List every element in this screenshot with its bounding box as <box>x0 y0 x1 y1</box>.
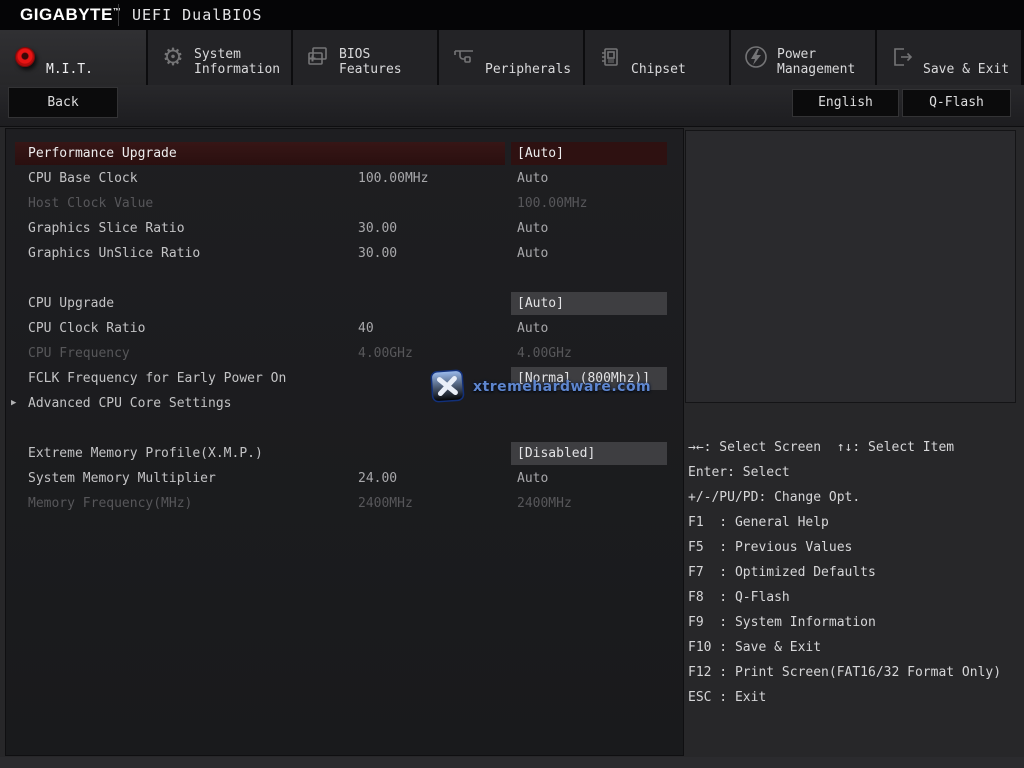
setting-current: 100.00MHz <box>358 171 429 186</box>
setting-label: Graphics Slice Ratio <box>28 221 185 236</box>
setting-value: [Auto] <box>511 292 667 315</box>
row-cpu-clock-ratio[interactable]: CPU Clock Ratio 40 Auto <box>6 316 683 341</box>
tab-label: Chipset <box>631 62 686 77</box>
row-graphics-slice-ratio[interactable]: Graphics Slice Ratio 30.00 Auto <box>6 216 683 241</box>
setting-current: 40 <box>358 321 374 336</box>
setting-value: [Normal (800Mhz)] <box>511 367 667 390</box>
row-graphics-unslice-ratio[interactable]: Graphics UnSlice Ratio 30.00 Auto <box>6 241 683 266</box>
setting-label: Graphics UnSlice Ratio <box>28 246 201 261</box>
tab-save-exit[interactable]: Save & Exit <box>877 30 1021 85</box>
tab-label: Power Management <box>777 47 856 77</box>
help-line: +/-/PU/PD: Change Opt. <box>688 490 861 505</box>
settings-spacer <box>6 416 683 441</box>
tab-label: Save & Exit <box>923 62 1010 77</box>
row-fclk-frequency[interactable]: FCLK Frequency for Early Power On [Norma… <box>6 366 683 391</box>
setting-current: 2400MHz <box>358 496 413 511</box>
item-help-box <box>685 130 1016 403</box>
top-logo-bar: GIGABYTE™ UEFI DualBIOS <box>0 0 1024 30</box>
setting-label: CPU Base Clock <box>28 171 138 186</box>
tab-bios-features[interactable]: BIOS Features <box>293 30 437 85</box>
setting-label: CPU Clock Ratio <box>28 321 146 336</box>
chip-icon <box>596 43 624 71</box>
setting-label: CPU Upgrade <box>28 296 115 311</box>
settings-list: Performance Upgrade [Auto] CPU Base Cloc… <box>6 141 683 516</box>
tab-power-management[interactable]: Power Management <box>731 30 875 85</box>
gear-icon: ⚙ <box>162 43 184 71</box>
tab-label: M.I.T. <box>46 62 93 77</box>
setting-value: [Disabled] <box>511 442 667 465</box>
help-line: F8 : Q-Flash <box>688 590 790 605</box>
help-line: F5 : Previous Values <box>688 540 853 555</box>
setting-current: 24.00 <box>358 471 398 486</box>
setting-value: 100.00MHz <box>517 196 588 211</box>
setting-value: Auto <box>517 321 549 336</box>
setting-label: FCLK Frequency for Early Power On <box>28 371 287 386</box>
row-memory-frequency: Memory Frequency(MHz) 2400MHz 2400MHz <box>6 491 683 516</box>
content-area: Performance Upgrade [Auto] CPU Base Cloc… <box>0 127 1024 757</box>
row-xmp[interactable]: Extreme Memory Profile(X.M.P.) [Disabled… <box>6 441 683 466</box>
row-cpu-upgrade[interactable]: CPU Upgrade [Auto] <box>6 291 683 316</box>
tab-label: Peripherals <box>485 62 572 77</box>
help-line: →←: Select Screen ↑↓: Select Item <box>688 440 955 455</box>
setting-value: Auto <box>517 246 549 261</box>
tab-system-information[interactable]: ⚙ System Information <box>148 30 291 85</box>
help-line: F9 : System Information <box>688 615 876 630</box>
setting-value: Auto <box>517 221 549 236</box>
help-line: F1 : General Help <box>688 515 829 530</box>
row-cpu-frequency: CPU Frequency 4.00GHz 4.00GHz <box>6 341 683 366</box>
help-line: ESC : Exit <box>688 690 767 705</box>
setting-value: Auto <box>517 471 549 486</box>
bios-title: UEFI DualBIOS <box>132 6 263 24</box>
tab-label: System Information <box>194 47 281 77</box>
tab-bar: M.I.T. ⚙ System Information BIOS Feature… <box>0 30 1024 85</box>
setting-label: Performance Upgrade <box>15 142 505 165</box>
setting-label: Advanced CPU Core Settings <box>28 396 232 411</box>
setting-value <box>511 392 667 415</box>
peripherals-icon <box>450 43 478 71</box>
row-system-memory-multiplier[interactable]: System Memory Multiplier 24.00 Auto <box>6 466 683 491</box>
bottom-strip <box>0 757 1024 768</box>
tab-label: BIOS Features <box>339 47 402 77</box>
setting-current: 4.00GHz <box>358 346 413 361</box>
setting-current: 30.00 <box>358 221 398 236</box>
tab-chipset[interactable]: Chipset <box>585 30 729 85</box>
setting-current: 30.00 <box>358 246 398 261</box>
setting-label: CPU Frequency <box>28 346 130 361</box>
qflash-button[interactable]: Q-Flash <box>902 89 1011 117</box>
help-line: F7 : Optimized Defaults <box>688 565 876 580</box>
gigabyte-logo: GIGABYTE™ <box>20 5 121 25</box>
tab-mit[interactable]: M.I.T. <box>0 30 146 85</box>
help-line: Enter: Select <box>688 465 790 480</box>
key-help-list: →←: Select Screen ↑↓: Select Item Enter:… <box>688 435 1022 710</box>
settings-panel: Performance Upgrade [Auto] CPU Base Cloc… <box>5 128 684 756</box>
row-advanced-cpu-core-settings[interactable]: ▶ Advanced CPU Core Settings <box>6 391 683 416</box>
help-line: F12 : Print Screen(FAT16/32 Format Only) <box>688 665 1002 680</box>
settings-spacer <box>6 266 683 291</box>
mit-knob-icon <box>11 43 39 71</box>
exit-door-icon <box>888 43 916 71</box>
setting-label: Extreme Memory Profile(X.M.P.) <box>28 446 263 461</box>
setting-value: 2400MHz <box>517 496 572 511</box>
setting-label: Host Clock Value <box>28 196 154 211</box>
tab-peripherals[interactable]: Peripherals <box>439 30 583 85</box>
lightning-icon <box>742 43 770 71</box>
help-line: F10 : Save & Exit <box>688 640 822 655</box>
setting-value: 4.00GHz <box>517 346 572 361</box>
sub-toolbar: Back English Q-Flash <box>0 85 1024 127</box>
windows-plus-icon <box>304 43 332 71</box>
row-performance-upgrade[interactable]: Performance Upgrade [Auto] <box>6 141 683 166</box>
row-host-clock-value: Host Clock Value 100.00MHz <box>6 191 683 216</box>
setting-value: [Auto] <box>511 142 667 165</box>
row-cpu-base-clock[interactable]: CPU Base Clock 100.00MHz Auto <box>6 166 683 191</box>
logo-divider <box>118 4 119 26</box>
setting-value: Auto <box>517 171 549 186</box>
setting-label: Memory Frequency(MHz) <box>28 496 193 511</box>
setting-label: System Memory Multiplier <box>28 471 216 486</box>
back-button[interactable]: Back <box>8 87 118 118</box>
language-button[interactable]: English <box>792 89 899 117</box>
